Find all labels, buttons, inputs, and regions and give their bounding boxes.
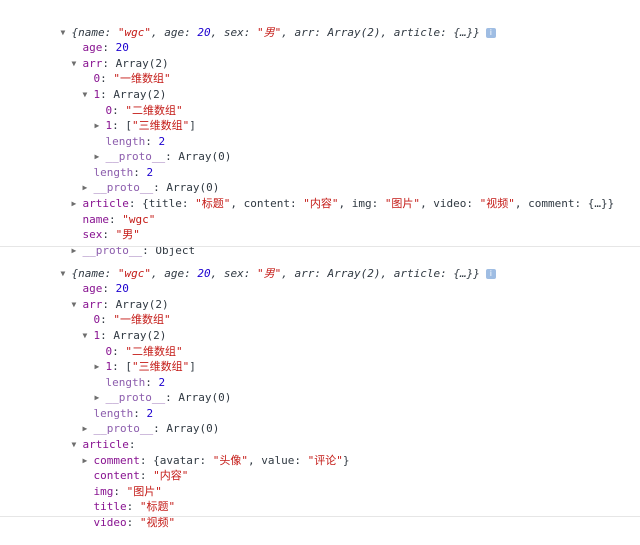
prop-arr-length: length: 2: [93, 407, 154, 420]
prop-arr-1-0: 0: "二维数组": [105, 345, 183, 358]
prop-arr[interactable]: ▼ arr: Array(2): [45, 41, 169, 70]
info-icon[interactable]: i: [485, 269, 496, 279]
prop-arr-1-proto[interactable]: ▶ __proto__: Array(0): [68, 375, 232, 404]
prop-arr-proto[interactable]: ▶ __proto__: Array(0): [56, 406, 220, 435]
prop-content: content: "内容": [93, 469, 189, 482]
prop-arr-1-length: length: 2: [105, 135, 166, 148]
prop-sex: sex: "男": [82, 228, 140, 241]
prop-article[interactable]: ▶ article: {title: "标题", content: "内容", i…: [45, 181, 615, 210]
object-summary-row[interactable]: ▼ {name: "wgc", age: 20, sex: "男", arr: A…: [34, 251, 496, 280]
prop-arr[interactable]: ▼ arr: Array(2): [45, 282, 169, 311]
prop-arr-1[interactable]: ▼ 1: Array(2): [56, 313, 167, 342]
prop-arr-0: 0: "一维数组": [93, 72, 171, 85]
prop-arr-length: length: 2: [93, 166, 154, 179]
prop-name: name: "wgc": [82, 213, 156, 226]
object-summary-row[interactable]: ▼ {name: "wgc", age: 20, sex: "男", arr: A…: [34, 10, 496, 39]
prop-arr-1[interactable]: ▼ 1: Array(2): [56, 72, 167, 101]
prop-arr-1-0: 0: "二维数组": [105, 104, 183, 117]
prop-age: age: 20: [82, 41, 129, 54]
prop-img: img: "图片": [93, 485, 162, 498]
console-entry-2: ▼ {name: "wgc", age: 20, sex: "男", arr: A…: [0, 246, 640, 529]
prop-proto[interactable]: ▶ __proto__: Object: [45, 228, 196, 257]
prop-arr-1-proto[interactable]: ▶ __proto__: Array(0): [68, 134, 232, 163]
prop-title: title: "标题": [93, 500, 176, 513]
prop-arr-1-1[interactable]: ▶ 1: ["三维数组"]: [68, 344, 196, 373]
prop-comment[interactable]: ▶ comment: {avatar: "头像", value: "评论"}: [56, 438, 350, 467]
prop-video: video: "视频": [93, 516, 176, 529]
prop-arr-0: 0: "一维数组": [93, 313, 171, 326]
prop-arr-proto[interactable]: ▶ __proto__: Array(0): [56, 165, 220, 194]
console-entry-1: ▼ {name: "wgc", age: 20, sex: "男", arr: A…: [0, 0, 640, 257]
prop-arr-1-1[interactable]: ▶ 1: ["三维数组"]: [68, 103, 196, 132]
prop-arr-1-length: length: 2: [105, 376, 166, 389]
divider: [0, 516, 640, 517]
info-icon[interactable]: i: [485, 28, 496, 38]
prop-age: age: 20: [82, 282, 129, 295]
prop-article[interactable]: ▼ article:: [45, 422, 136, 451]
